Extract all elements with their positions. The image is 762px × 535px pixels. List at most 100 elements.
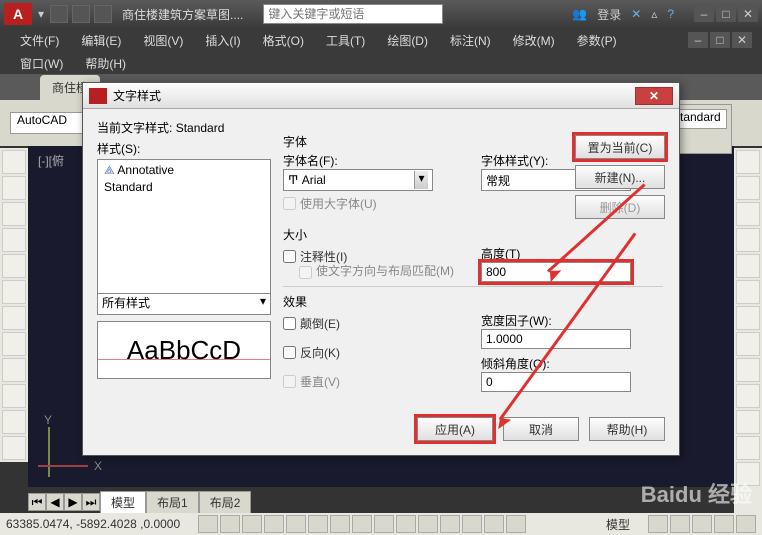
font-name-combo[interactable]: Ͳ Arial ▾ [283,169,433,191]
style-filter-combo[interactable]: 所有样式 ▾ [97,293,271,315]
viewport-label[interactable]: [-][俯 [38,152,64,169]
autocad-combo[interactable]: AutoCAD [10,112,90,134]
menu-help[interactable]: 帮助(H) [75,53,136,74]
ellipse-tool[interactable] [2,306,26,330]
login-link[interactable]: 登录 [597,6,621,23]
sr4-icon[interactable] [714,515,734,533]
layout2-tab[interactable]: 布局2 [199,491,252,514]
maximize-button[interactable]: □ [716,6,736,22]
dialog-titlebar[interactable]: 文字样式 ✕ [83,83,679,109]
point-tool[interactable] [2,384,26,408]
menu-format[interactable]: 格式(O) [253,30,314,51]
new-button[interactable]: 新建(N)... [575,165,665,189]
misc5-toggle[interactable] [506,515,526,533]
style-item-annotative[interactable]: ⟁ Annotative [100,162,268,179]
help-button[interactable]: 帮助(H) [589,417,665,441]
qat-save-icon[interactable] [94,5,112,23]
cancel-button[interactable]: 取消 [503,417,579,441]
polyline-tool[interactable] [2,176,26,200]
menu-tools[interactable]: 工具(T) [316,30,375,51]
scale-tool[interactable] [736,254,760,278]
styles-listbox[interactable]: ⟁ Annotative Standard [97,159,271,307]
misc3-toggle[interactable] [462,515,482,533]
dropdown-icon[interactable]: ▾ [38,7,44,21]
dialog-close-button[interactable]: ✕ [635,87,673,105]
model-tab[interactable]: 模型 [100,491,146,514]
upside-down-checkbox[interactable]: 颠倒(E) [283,315,465,332]
sr2-icon[interactable] [670,515,690,533]
search-input[interactable] [263,4,443,24]
oblique-input[interactable] [481,372,631,392]
copy-tool[interactable] [736,176,760,200]
menu-insert[interactable]: 插入(I) [195,30,250,51]
rectangle-tool[interactable] [2,254,26,278]
text-tool[interactable] [2,410,26,434]
menu-edit[interactable]: 编辑(E) [71,30,131,51]
backwards-input[interactable] [283,346,296,359]
qat-new-icon[interactable] [50,5,68,23]
layout-next-button[interactable]: ▶ [64,493,82,511]
snap-toggle[interactable] [198,515,218,533]
erase-tool[interactable] [736,436,760,460]
osnap-toggle[interactable] [286,515,306,533]
layout1-tab[interactable]: 布局1 [146,491,199,514]
block-tool[interactable] [2,436,26,460]
menu-modify[interactable]: 修改(M) [503,30,565,51]
annotative-checkbox[interactable]: 注释性(I) [283,248,465,265]
grid-toggle[interactable] [220,515,240,533]
model-indicator[interactable]: 模型 [606,516,630,533]
layout-prev-button[interactable]: ◀ [46,493,64,511]
sr5-icon[interactable] [736,515,756,533]
arc-tool[interactable] [2,228,26,252]
cloud-icon[interactable]: ▵ [651,7,657,21]
doc-maximize-button[interactable]: □ [710,32,730,48]
set-current-button[interactable]: 置为当前(C) [575,135,665,159]
polygon-tool[interactable] [2,280,26,304]
menu-file[interactable]: 文件(F) [10,30,69,51]
user-icon[interactable]: 👥 [572,7,587,21]
misc2-toggle[interactable] [440,515,460,533]
app-logo[interactable]: A [4,3,32,25]
qat-open-icon[interactable] [72,5,90,23]
misc4-toggle[interactable] [484,515,504,533]
rotate-tool[interactable] [736,202,760,226]
menu-dimension[interactable]: 标注(N) [440,30,501,51]
fillet-tool[interactable] [736,384,760,408]
exchange-icon[interactable]: ✕ [631,7,641,21]
help-icon[interactable]: ? [667,7,674,21]
array-tool[interactable] [736,358,760,382]
circle-tool[interactable] [2,202,26,226]
layout-last-button[interactable]: ⏭ [82,493,100,511]
menu-params[interactable]: 参数(P) [567,30,627,51]
backwards-checkbox[interactable]: 反向(K) [283,344,465,361]
sc-toggle[interactable] [396,515,416,533]
ortho-toggle[interactable] [242,515,262,533]
doc-minimize-button[interactable]: – [688,32,708,48]
qp-toggle[interactable] [374,515,394,533]
polar-toggle[interactable] [264,515,284,533]
menu-window[interactable]: 窗口(W) [10,53,73,74]
lwt-toggle[interactable] [352,515,372,533]
dyn-toggle[interactable] [330,515,350,533]
spline-tool[interactable] [2,358,26,382]
otrack-toggle[interactable] [308,515,328,533]
offset-tool[interactable] [736,332,760,356]
annotative-input[interactable] [283,250,296,263]
doc-close-button[interactable]: ✕ [732,32,752,48]
misc-toggle[interactable] [418,515,438,533]
layout-first-button[interactable]: ⏮ [28,493,46,511]
sr1-icon[interactable] [648,515,668,533]
chamfer-tool[interactable] [736,410,760,434]
apply-button[interactable]: 应用(A) [417,417,493,441]
hatch-tool[interactable] [2,332,26,356]
trim-tool[interactable] [736,280,760,304]
upside-down-input[interactable] [283,317,296,330]
menu-view[interactable]: 视图(V) [133,30,193,51]
sr3-icon[interactable] [692,515,712,533]
extend-tool[interactable] [736,306,760,330]
close-button[interactable]: ✕ [738,6,758,22]
line-tool[interactable] [2,150,26,174]
menu-draw[interactable]: 绘图(D) [377,30,438,51]
move-tool[interactable] [736,150,760,174]
style-item-standard[interactable]: Standard [100,179,268,195]
